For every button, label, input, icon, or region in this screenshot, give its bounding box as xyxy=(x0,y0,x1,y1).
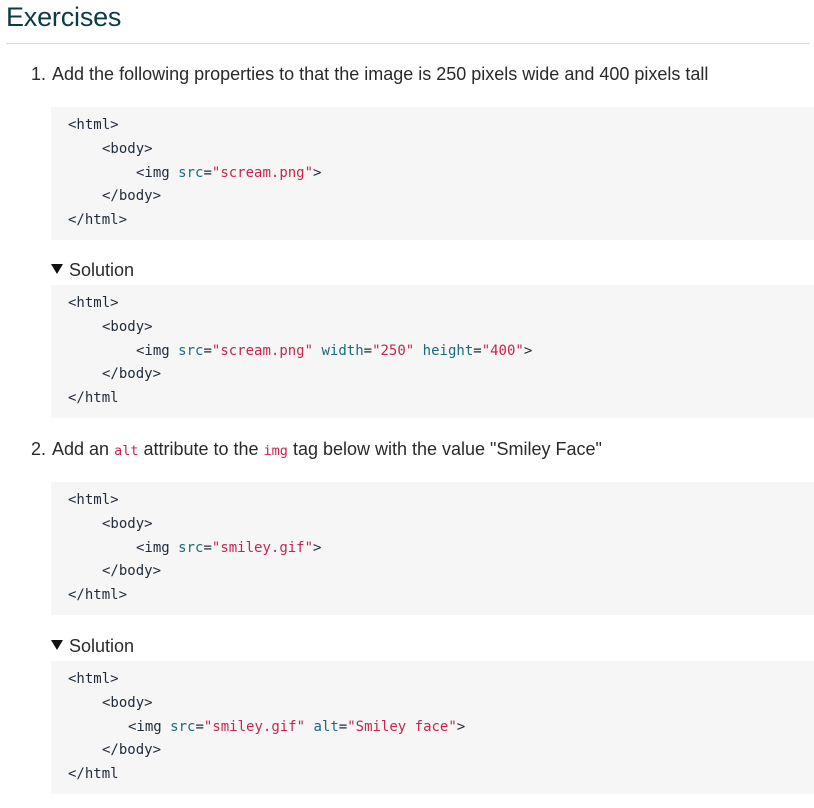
exercise-1-number: 1. xyxy=(31,64,47,84)
inline-code-img: img xyxy=(263,443,288,459)
code-line: <html> xyxy=(68,295,119,311)
code-line: <html> xyxy=(68,117,119,133)
code-line: <body> xyxy=(102,141,153,157)
disclosure-triangle-icon xyxy=(51,264,63,274)
code-line: <img src="smiley.gif"> xyxy=(136,540,322,556)
exercise-2-solution-code-block: <html> <body> <img src="smiley.gif" alt=… xyxy=(51,661,814,794)
code-line: </html> xyxy=(68,587,128,603)
solution-label: Solution xyxy=(69,636,135,656)
code-line: <img src="scream.png" width="250" height… xyxy=(136,343,533,359)
code-line: </html> xyxy=(68,212,128,228)
exercise-2-solution-toggle[interactable]: Solution xyxy=(51,636,134,657)
exercise-1-solution-code-block: <html> <body> <img src="scream.png" widt… xyxy=(51,285,814,418)
disclosure-triangle-icon xyxy=(51,640,63,650)
exercise-1-question: 1. Add the following properties to that t… xyxy=(31,64,708,85)
code-line: <body> xyxy=(102,516,153,532)
exercise-2-code-block: <html> <body> <img src="smiley.gif"> </b… xyxy=(51,482,814,615)
code-line: <img src="scream.png"> xyxy=(136,165,322,181)
code-line: <html> xyxy=(68,492,119,508)
code-line: </html xyxy=(68,390,119,406)
exercise-2-question: 2. Add an alt attribute to the img tag be… xyxy=(31,439,602,460)
exercise-1-text: Add the following properties to that the… xyxy=(52,64,709,84)
exercise-2-number: 2. xyxy=(31,439,47,459)
code-line: </body> xyxy=(102,366,162,382)
code-line: </html xyxy=(68,766,119,782)
code-line: <body> xyxy=(102,319,153,335)
solution-label: Solution xyxy=(69,260,135,280)
code-line: <img src="smiley.gif" alt="Smiley face"> xyxy=(128,719,466,735)
code-line: <body> xyxy=(102,695,153,711)
exercise-1-code-block: <html> <body> <img src="scream.png"> </b… xyxy=(51,107,814,240)
exercise-2-text: Add an alt attribute to the img tag belo… xyxy=(52,439,602,459)
code-line: </body> xyxy=(102,188,162,204)
inline-code-alt: alt xyxy=(114,443,139,459)
code-line: </body> xyxy=(102,563,162,579)
code-line: </body> xyxy=(102,742,162,758)
exercise-1-solution-toggle[interactable]: Solution xyxy=(51,260,134,281)
page-heading: Exercises xyxy=(6,2,122,32)
heading-divider xyxy=(6,43,810,44)
code-line: <html> xyxy=(68,671,119,687)
